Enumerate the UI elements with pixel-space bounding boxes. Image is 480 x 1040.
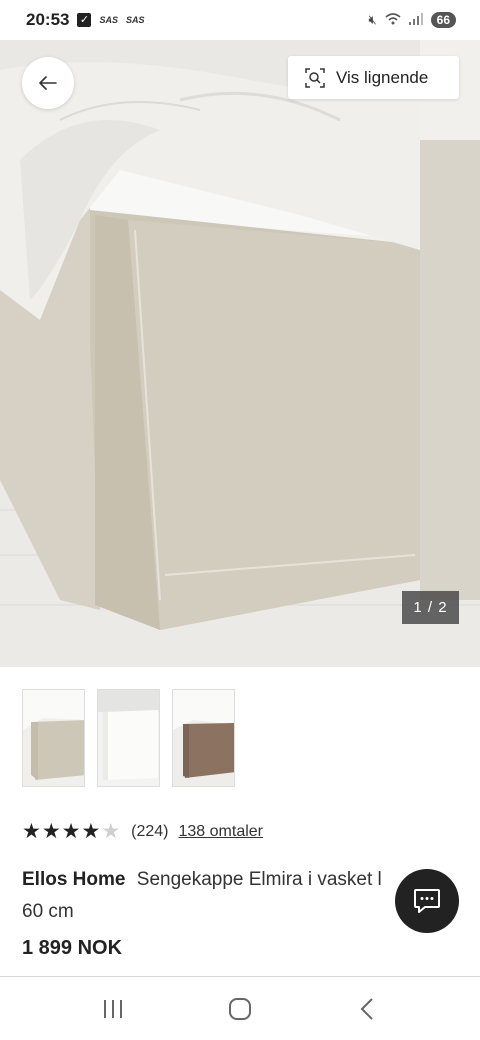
product-price: 1 899 NOK — [22, 937, 123, 959]
product-image-carousel[interactable] — [0, 40, 480, 667]
system-nav-bar — [0, 977, 480, 1040]
sas-notification-icon: SAS — [126, 15, 145, 25]
star-filled-icon: ★ — [41, 820, 61, 843]
star-filled-icon: ★ — [22, 820, 41, 843]
status-indicators: 🔇︎ 66 — [368, 12, 456, 28]
show-similar-label: Vis lignende — [336, 67, 429, 87]
product-rating: ★ ★ ★ ★ ★ (224) 138 omtaler — [22, 821, 263, 843]
image-counter: 1 / 2 — [402, 591, 459, 624]
checkbox-notification-icon: ✓ — [77, 13, 92, 27]
product-name-cont: 60 cm — [22, 901, 74, 922]
system-back-button[interactable] — [347, 989, 387, 1029]
mute-icon: 🔇︎ — [368, 12, 377, 27]
sas-notification-icon: SAS — [99, 15, 118, 25]
battery-indicator: 66 — [430, 12, 456, 28]
arrow-left-icon — [39, 76, 57, 90]
chat-icon — [414, 889, 440, 913]
show-similar-button[interactable]: Vis lignende — [288, 56, 459, 99]
status-bar: 20:53 ✓ SAS SAS 🔇︎ 66 — [0, 0, 480, 40]
star-filled-icon: ★ — [61, 820, 81, 843]
thumbnail-white[interactable] — [97, 689, 160, 787]
thumbnail-natural[interactable] — [22, 689, 85, 787]
back-icon — [360, 997, 373, 1020]
wifi-icon — [385, 12, 401, 28]
home-button[interactable] — [220, 989, 260, 1029]
home-icon — [228, 997, 251, 1020]
product-brand[interactable]: Ellos Home — [22, 869, 125, 890]
thumbnail-strip — [22, 689, 235, 787]
back-button[interactable] — [22, 57, 74, 109]
product-title: Ellos Home Sengekappe Elmira i vasket l … — [22, 864, 442, 928]
status-time: 20:53 — [26, 10, 70, 29]
rating-count: (224) — [131, 823, 169, 840]
reviews-link[interactable]: 138 omtaler — [179, 823, 264, 841]
chat-button[interactable] — [395, 869, 459, 933]
product-name: Sengekappe Elmira i vasket l — [136, 869, 382, 890]
star-filled-icon: ★ — [81, 820, 101, 843]
product-image — [0, 40, 480, 667]
thumbnail-brown[interactable] — [172, 689, 235, 787]
recents-icon — [104, 999, 123, 1018]
visual-search-icon — [305, 67, 325, 88]
recents-button[interactable] — [93, 989, 133, 1029]
signal-icon — [408, 12, 423, 28]
star-empty-icon: ★ — [101, 820, 121, 843]
